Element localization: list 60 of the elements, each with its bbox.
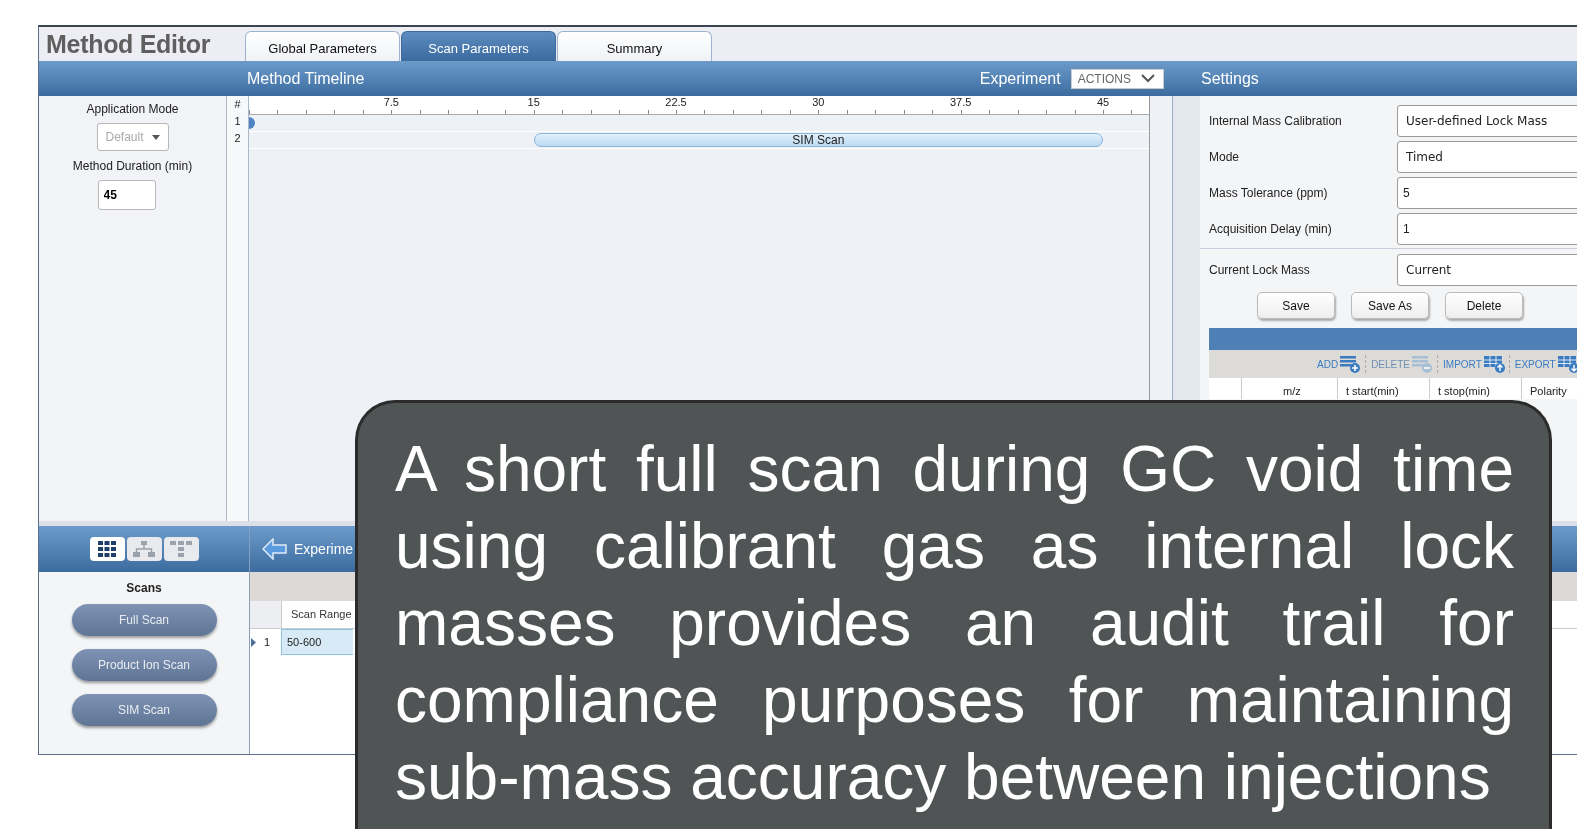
row-header[interactable]: 1: [250, 629, 281, 655]
field-label: Mass Tolerance (ppm): [1209, 186, 1329, 200]
list-add-icon: [1339, 355, 1362, 373]
panel-title: Scans: [126, 581, 162, 595]
scan-start-marker[interactable]: [249, 117, 255, 129]
field-label: Acquisition Delay (min): [1209, 222, 1333, 236]
field-label: Method Duration (min): [72, 159, 193, 173]
table-download-icon: [1556, 355, 1577, 373]
column-header[interactable]: m/z: [1241, 378, 1337, 399]
hierarchy-icon: [133, 541, 155, 557]
table-cell[interactable]: 50-600: [281, 629, 353, 655]
tab[interactable]: Global Parameters: [245, 31, 400, 61]
field-label: Current Lock Mass: [1209, 263, 1311, 277]
view-toggle[interactable]: [163, 537, 199, 561]
dropdown[interactable]: Current: [1397, 254, 1577, 286]
caret-icon: [151, 134, 160, 140]
column-header: #: [234, 97, 241, 112]
chevron-down-icon: [1141, 74, 1155, 83]
action-button[interactable]: Save: [1257, 292, 1335, 319]
axis-tick-label: 7.5: [383, 96, 399, 108]
column-header[interactable]: t stop(min): [1429, 378, 1521, 399]
row-number: 2: [234, 131, 241, 146]
axis-tick-label: 15: [527, 96, 540, 108]
axis-tick-label: 45: [1096, 96, 1110, 108]
tab[interactable]: Scan Parameters: [401, 31, 556, 61]
field-label: Internal Mass Calibration: [1209, 114, 1343, 128]
axis-tick-label: 37.5: [949, 96, 972, 108]
column-header[interactable]: Scan Range: [282, 601, 354, 628]
grid-icon: [98, 541, 116, 557]
row-number: 1: [264, 636, 271, 648]
section-title: Settings: [1200, 69, 1259, 88]
action-button[interactable]: Save As: [1351, 292, 1429, 319]
list-remove-icon: [1411, 355, 1434, 373]
input-field[interactable]: 1: [1397, 213, 1577, 245]
axis-tick-label: 30: [812, 96, 825, 108]
callout-text: A short full scan during GC void time using calibrant gas as internal lock masses provides an audit trail for compliance purposes for maintaining sub-mass accuracy between injections: [395, 432, 1514, 815]
column-header[interactable]: Polarity: [1521, 378, 1577, 399]
back-arrow-icon[interactable]: [262, 538, 288, 560]
input-field[interactable]: 5: [1397, 177, 1577, 209]
tab[interactable]: Summary: [557, 31, 712, 61]
layout-icon: [170, 541, 192, 557]
input-field[interactable]: 45: [97, 180, 156, 210]
column-header[interactable]: t start(min): [1337, 378, 1429, 399]
action-button[interactable]: Delete: [1445, 292, 1523, 319]
axis-tick-label: 22.5: [665, 96, 687, 108]
section-title: Method Timeline: [247, 69, 365, 88]
section-title: Experime: [294, 541, 354, 557]
row-number: 1: [234, 114, 241, 129]
actions-dropdown[interactable]: ACTIONS: [1070, 68, 1164, 89]
dropdown[interactable]: Timed: [1397, 141, 1577, 173]
view-toggle[interactable]: [89, 537, 125, 561]
view-toggle[interactable]: [126, 537, 162, 561]
dropdown[interactable]: User-defined Lock Mass: [1397, 105, 1577, 137]
section-label: Experiment: [979, 69, 1061, 88]
field-label: Application Mode: [86, 102, 179, 116]
scan-segment[interactable]: SIM Scan: [533, 133, 1103, 147]
row-pointer-icon: [251, 637, 256, 647]
table-upload-icon: [1482, 355, 1505, 373]
window-title: Method Editor: [45, 29, 212, 59]
field-label: Mode: [1209, 150, 1241, 164]
